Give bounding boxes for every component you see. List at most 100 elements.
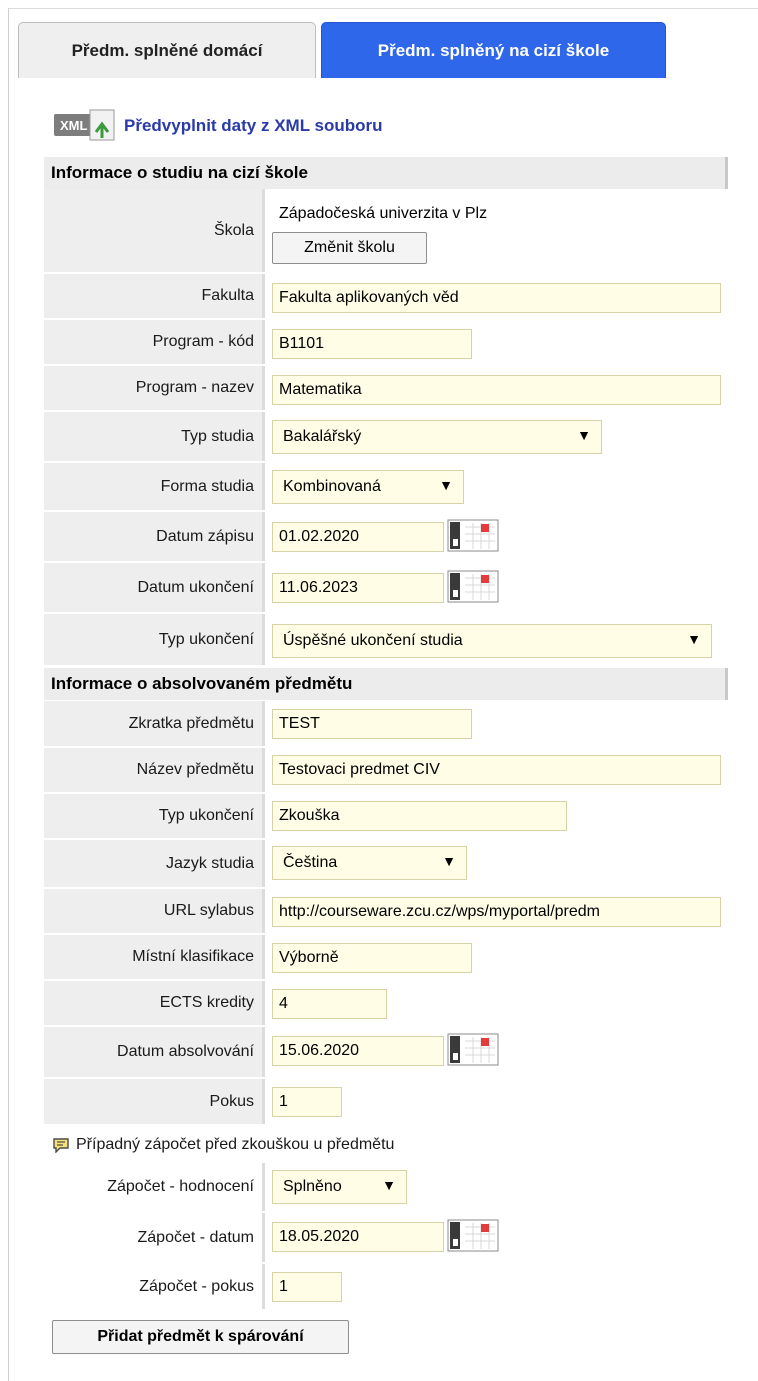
- subject-name-input[interactable]: Testovaci predmet CIV: [272, 755, 721, 785]
- row-school: Škola Západočeská univerzita v Plz Změni…: [44, 189, 730, 273]
- credit-attempt-input[interactable]: 1: [272, 1272, 342, 1302]
- row-credit-attempt: Zápočet - pokus 1: [44, 1264, 730, 1310]
- enroll-date-input[interactable]: 01.02.2020: [272, 522, 444, 552]
- subject-completion-value-cell: Zkouška: [262, 794, 730, 838]
- passed-date-input[interactable]: 15.06.2020: [272, 1036, 444, 1066]
- row-enroll-date: Datum zápisu 01.02.2020: [44, 512, 730, 562]
- prefill-from-xml-link[interactable]: Předvyplnit daty z XML souboru: [124, 116, 383, 136]
- attempt-value-cell: 1: [262, 1079, 730, 1124]
- program-code-value-cell: B1101: [262, 320, 730, 364]
- program-name-input[interactable]: Matematika: [272, 375, 721, 405]
- ects-label: ECTS kredity: [44, 981, 262, 1025]
- section-subject-title: Informace o absolvovaném předmětu: [51, 674, 353, 693]
- tab-foreign-subject[interactable]: Předm. splněný na cizí škole: [321, 22, 666, 78]
- add-subject-for-pairing-button[interactable]: Přidat předmět k spárování: [52, 1320, 349, 1354]
- row-end-date: Datum ukončení 11.06.2023: [44, 563, 730, 613]
- url-label: URL sylabus: [44, 889, 262, 933]
- row-subject-completion: Typ ukončení Zkouška: [44, 794, 730, 839]
- credit-attempt-value-cell: 1: [262, 1264, 730, 1309]
- row-program-name: Program - nazev Matematika: [44, 366, 730, 411]
- credit-date-input[interactable]: 18.05.2020: [272, 1222, 444, 1252]
- study-type-select[interactable]: Bakalářský ▼: [272, 420, 602, 454]
- enroll-date-label: Datum zápisu: [44, 512, 262, 561]
- school-label: Škola: [44, 189, 262, 272]
- row-credit-date: Zápočet - datum 18.05.2020: [44, 1213, 730, 1263]
- comment-icon: [53, 1138, 69, 1153]
- section-study-header: Informace o studiu na cizí škole: [44, 157, 728, 189]
- language-label: Jazyk studia: [44, 840, 262, 887]
- calendar-icon[interactable]: [447, 517, 499, 553]
- row-faculty: Fakulta Fakulta aplikovaných věd: [44, 274, 730, 319]
- study-form-value: Kombinovaná: [283, 478, 381, 495]
- program-name-value-cell: Matematika: [262, 366, 730, 410]
- section-subject-header: Informace o absolvovaném předmětu: [44, 668, 728, 700]
- enroll-date-value-cell: 01.02.2020: [262, 512, 730, 561]
- language-value: Čeština: [283, 854, 338, 871]
- xml-icon-text: XML: [60, 118, 88, 133]
- attempt-input[interactable]: 1: [272, 1087, 342, 1117]
- grade-value-cell: Výborně: [262, 935, 730, 979]
- subject-completion-label: Typ ukončení: [44, 794, 262, 838]
- subject-name-label: Název předmětu: [44, 748, 262, 792]
- credit-attempt-label: Zápočet - pokus: [139, 1277, 254, 1295]
- end-date-value-cell: 11.06.2023: [262, 563, 730, 612]
- faculty-input[interactable]: Fakulta aplikovaných věd: [272, 283, 721, 313]
- change-school-button[interactable]: Změnit školu: [272, 232, 427, 264]
- end-date-input[interactable]: 11.06.2023: [272, 573, 444, 603]
- language-value-cell: Čeština ▼: [262, 840, 730, 887]
- row-study-type: Typ studia Bakalářský ▼: [44, 412, 730, 462]
- program-code-input[interactable]: B1101: [272, 329, 472, 359]
- subject-abbr-label: Zkratka předmětu: [44, 701, 262, 746]
- row-grade: Místní klasifikace Výborně: [44, 935, 730, 980]
- end-type-value-cell: Úspěšné ukončení studia ▼: [262, 614, 730, 665]
- chevron-down-icon: ▼: [687, 631, 701, 647]
- credit-eval-label: Zápočet - hodnocení: [107, 1178, 254, 1195]
- language-select[interactable]: Čeština ▼: [272, 846, 467, 880]
- study-type-label: Typ studia: [44, 412, 262, 461]
- study-type-value-cell: Bakalářský ▼: [262, 412, 730, 461]
- url-input[interactable]: http://courseware.zcu.cz/wps/myportal/pr…: [272, 897, 721, 927]
- tab-bar: Předm. splněné domácí Předm. splněný na …: [18, 22, 758, 78]
- row-ects: ECTS kredity 4: [44, 981, 730, 1026]
- ects-value-cell: 4: [262, 981, 730, 1025]
- passed-date-value-cell: 15.06.2020: [262, 1027, 730, 1077]
- credit-eval-select[interactable]: Splněno ▼: [272, 1170, 407, 1204]
- end-type-select[interactable]: Úspěšné ukončení studia ▼: [272, 624, 712, 658]
- row-language: Jazyk studia Čeština ▼: [44, 840, 730, 888]
- passed-date-label: Datum absolvování: [44, 1027, 262, 1077]
- subject-completion-input[interactable]: Zkouška: [272, 801, 567, 831]
- faculty-value-cell: Fakulta aplikovaných věd: [262, 274, 730, 318]
- row-passed-date: Datum absolvování 15.06.2020: [44, 1027, 730, 1078]
- calendar-icon[interactable]: [447, 1217, 499, 1253]
- end-type-label: Typ ukončení: [44, 614, 262, 665]
- subject-name-value-cell: Testovaci predmet CIV: [262, 748, 730, 792]
- attempt-label: Pokus: [44, 1079, 262, 1124]
- xml-import-row: XML Předvyplnit daty z XML souboru: [52, 108, 383, 144]
- chevron-down-icon: ▼: [382, 1177, 396, 1193]
- row-attempt: Pokus 1: [44, 1079, 730, 1125]
- tab-home-subjects[interactable]: Předm. splněné domácí: [18, 22, 316, 78]
- study-form-select[interactable]: Kombinovaná ▼: [272, 470, 464, 504]
- study-form-value-cell: Kombinovaná ▼: [262, 463, 730, 510]
- credit-eval-value-cell: Splněno ▼: [262, 1163, 730, 1211]
- subject-abbr-value-cell: TEST: [262, 701, 730, 746]
- chevron-down-icon: ▼: [442, 853, 456, 869]
- row-subject-name: Název předmětu Testovaci predmet CIV: [44, 748, 730, 793]
- subject-abbr-input[interactable]: TEST: [272, 709, 472, 739]
- end-type-value: Úspěšné ukončení studia: [283, 632, 463, 649]
- row-program-code: Program - kód B1101: [44, 320, 730, 365]
- credit-note: Případný zápočet před zkouškou u předmět…: [52, 1128, 394, 1162]
- study-form-label: Forma studia: [44, 463, 262, 510]
- page: Předm. splněné domácí Předm. splněný na …: [0, 0, 758, 1381]
- study-type-value: Bakalářský: [283, 428, 362, 445]
- xml-file-icon[interactable]: XML: [52, 108, 122, 144]
- calendar-icon[interactable]: [447, 568, 499, 604]
- row-url: URL sylabus http://courseware.zcu.cz/wps…: [44, 889, 730, 934]
- end-date-label: Datum ukončení: [44, 563, 262, 612]
- ects-input[interactable]: 4: [272, 989, 387, 1019]
- calendar-icon[interactable]: [447, 1031, 499, 1067]
- grade-label: Místní klasifikace: [44, 935, 262, 979]
- chevron-down-icon: ▼: [439, 477, 453, 493]
- grade-input[interactable]: Výborně: [272, 943, 472, 973]
- credit-eval-value: Splněno: [283, 1178, 342, 1195]
